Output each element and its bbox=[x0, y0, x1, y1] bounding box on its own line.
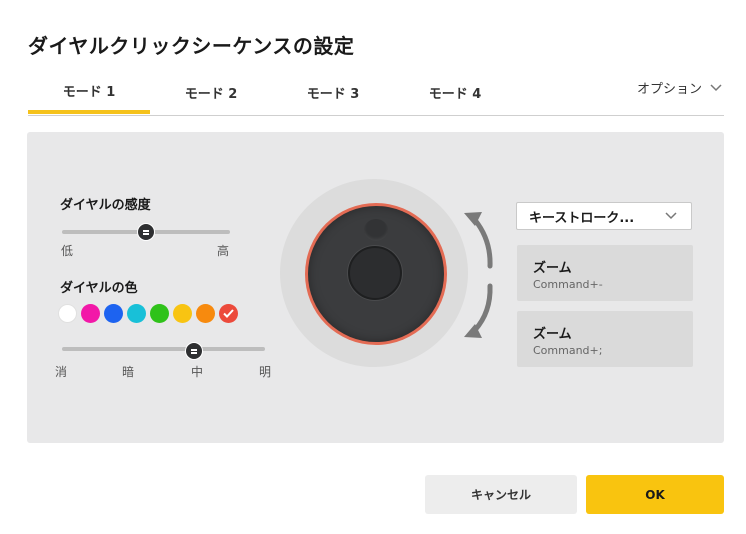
tab-mode-3[interactable]: モード 3 bbox=[272, 70, 394, 114]
options-label: オプション bbox=[636, 82, 702, 97]
rotation-arrows-icon bbox=[456, 208, 500, 346]
color-swatch[interactable] bbox=[58, 304, 77, 323]
tab-mode-2[interactable]: モード 2 bbox=[150, 70, 272, 114]
brightness-slider-thumb[interactable] bbox=[184, 342, 203, 360]
tab-mode-4[interactable]: モード 4 bbox=[394, 70, 516, 114]
color-swatch[interactable] bbox=[219, 304, 238, 323]
options-dropdown[interactable]: オプション bbox=[637, 78, 722, 97]
color-swatch[interactable] bbox=[127, 304, 146, 323]
color-swatch[interactable] bbox=[81, 304, 100, 323]
color-swatches bbox=[58, 304, 238, 323]
sensitivity-label: ダイヤルの感度 bbox=[60, 198, 151, 213]
action-title: ズーム bbox=[533, 261, 572, 276]
ok-button[interactable]: OK bbox=[586, 475, 724, 514]
chevron-down-icon bbox=[665, 209, 677, 224]
sensitivity-max-label: 高 bbox=[217, 244, 230, 258]
color-swatch[interactable] bbox=[150, 304, 169, 323]
color-swatch[interactable] bbox=[173, 304, 192, 323]
dial-color-label: ダイヤルの色 bbox=[60, 281, 138, 296]
brightness-label-bright: 明 bbox=[259, 365, 272, 379]
chevron-down-icon bbox=[710, 83, 722, 92]
sensitivity-min-label: 低 bbox=[61, 244, 74, 258]
check-icon bbox=[223, 309, 234, 318]
dialog-title: ダイヤルクリックシーケンスの設定 bbox=[28, 34, 355, 58]
action-card-counterclockwise[interactable]: ズーム Command+- bbox=[517, 245, 693, 301]
dial-indicator bbox=[364, 219, 388, 241]
mode-tabs: モード 1 モード 2 モード 3 モード 4 bbox=[28, 70, 724, 116]
action-card-clockwise[interactable]: ズーム Command+; bbox=[517, 311, 693, 367]
brightness-slider-track[interactable] bbox=[62, 347, 265, 351]
tabs-divider bbox=[28, 115, 724, 116]
action-type-value: キーストローク... bbox=[529, 210, 635, 226]
sensitivity-slider-thumb[interactable] bbox=[137, 223, 155, 241]
dial-center-button bbox=[348, 246, 402, 300]
action-title: ズーム bbox=[533, 327, 572, 342]
brightness-label-off: 消 bbox=[55, 365, 68, 379]
color-swatch[interactable] bbox=[196, 304, 215, 323]
action-shortcut: Command+; bbox=[533, 344, 603, 357]
brightness-label-medium: 中 bbox=[191, 365, 204, 379]
cancel-button[interactable]: キャンセル bbox=[425, 475, 577, 514]
action-shortcut: Command+- bbox=[533, 278, 603, 291]
action-type-dropdown[interactable]: キーストローク... bbox=[516, 202, 692, 230]
tab-mode-1[interactable]: モード 1 bbox=[28, 70, 150, 114]
brightness-label-dark: 暗 bbox=[122, 365, 135, 379]
color-swatch[interactable] bbox=[104, 304, 123, 323]
